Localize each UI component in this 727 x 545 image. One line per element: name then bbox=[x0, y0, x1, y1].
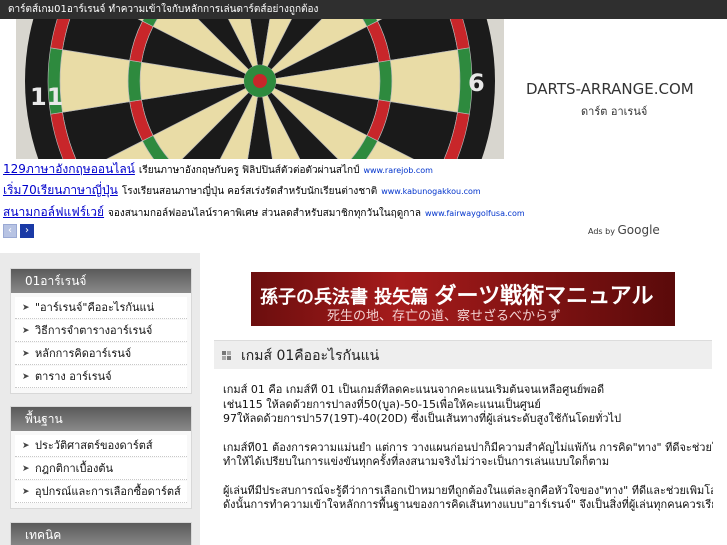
ad-block: 129ภาษาอังกฤษออนไลน์ เรียนภาษาอังกฤษกับคร… bbox=[0, 159, 727, 243]
sidebar-box-title: 01อาร์เรนจ์ bbox=[11, 269, 191, 293]
article-line: เช่น115 ให้ลดด้วยการปาลงที่50(บูล)-50-15… bbox=[223, 397, 541, 411]
article-line: ผู้เล่นที่มีประสบการณ์จะรู้ดีว่าการเลือก… bbox=[223, 483, 713, 497]
banner-tagline: 死生の地、存亡の道、察せざるべからず bbox=[327, 309, 561, 324]
ad-description: โรงเรียนสอนภาษาญี่ปุ่น คอร์สเร่งรัดสำหรั… bbox=[121, 186, 378, 197]
sidebar-item[interactable]: ➤ อุปกรณ์และการเลือกซื้อดาร์ตส์ bbox=[15, 481, 187, 503]
ad-next-arrow-icon[interactable]: › bbox=[20, 224, 34, 238]
heading-squares-icon bbox=[222, 351, 232, 361]
ad-description: จองสนามกอล์ฟออนไลน์ราคาพิเศษ ส่วนลดสำหรั… bbox=[108, 208, 421, 219]
sidebar-item-label: ประวัติศาสตร์ของดาร์ตส์ bbox=[35, 439, 153, 452]
dartboard-image[interactable]: 11 6 bbox=[16, 19, 504, 159]
sidebar-item[interactable]: ➤ วิธีการจำตารางอาร์เรนจ์ bbox=[15, 320, 187, 342]
article-body: เกมส์ 01 คือ เกมส์ที่ 01 เป็นเกมส์ที่ลดค… bbox=[223, 383, 713, 527]
ad-description: เรียนภาษาอังกฤษกับครู ฟิลิปปินส์ตัวต่อตั… bbox=[138, 165, 360, 176]
sidebar-item-label: หลักการคิดอาร์เรนจ์ bbox=[35, 347, 132, 360]
ad-item[interactable]: เริ่ม70เรียนภาษาญี่ปุ่น โรงเรียนสอนภาษาญี… bbox=[3, 180, 481, 200]
sidebar-box-arrange: 01อาร์เรนจ์ ➤ "อาร์เรนจ์"คืออะไรกันแน่ ➤ ว… bbox=[10, 268, 192, 394]
content-heading: เกมส์ 01คืออะไรกันแน่ bbox=[241, 348, 380, 364]
ad-url[interactable]: www.kabunogakkou.com bbox=[381, 187, 481, 196]
sidebar-item[interactable]: ➤ ตาราง อาร์เรนจ์ bbox=[15, 366, 187, 388]
sidebar-item[interactable]: ➤ หลักการคิดอาร์เรนจ์ bbox=[15, 343, 187, 365]
ad-title[interactable]: เริ่ม70เรียนภาษาญี่ปุ่น bbox=[3, 183, 118, 197]
board-number-6: 6 bbox=[468, 69, 485, 97]
ads-by-google[interactable]: Ads by Google bbox=[588, 223, 660, 237]
sidebar-item-label: อุปกรณ์และการเลือกซื้อดาร์ตส์ bbox=[35, 485, 181, 498]
ad-title[interactable]: 129ภาษาอังกฤษออนไลน์ bbox=[3, 162, 135, 176]
sidebar-box-technique: เทคนิค bbox=[10, 522, 192, 545]
article-line: ทำให้ได้เปรียบในการแข่งขันทุกครั้งที่ลงส… bbox=[223, 455, 610, 468]
google-logo: Google bbox=[617, 223, 660, 237]
manual-banner[interactable]: 孫子の兵法書 投矢篇 ダーツ戦術マニュアル 死生の地、存亡の道、察せざるべからず bbox=[251, 272, 675, 326]
ad-item[interactable]: 129ภาษาอังกฤษออนไลน์ เรียนภาษาอังกฤษกับคร… bbox=[3, 159, 433, 179]
arrow-bullet-icon: ➤ bbox=[22, 441, 30, 451]
arrow-bullet-icon: ➤ bbox=[22, 303, 30, 313]
sidebar-item-label: ตาราง อาร์เรนจ์ bbox=[35, 370, 112, 383]
dartboard-graphic: 11 6 bbox=[16, 19, 504, 159]
article-line: เกมส์ 01 คือ เกมส์ที่ 01 เป็นเกมส์ที่ลดค… bbox=[223, 383, 605, 396]
sidebar-item-label: วิธีการจำตารางอาร์เรนจ์ bbox=[35, 324, 153, 337]
sidebar-item[interactable]: ➤ กฎกติกาเบื้องต้น bbox=[15, 458, 187, 480]
article-line: ดังนั้นการทำความเข้าใจหลักการพื้นฐานของก… bbox=[223, 498, 713, 511]
sidebar-item-label: "อาร์เรนจ์"คืออะไรกันแน่ bbox=[35, 301, 155, 314]
article-paragraph: เกมส์ 01 คือ เกมส์ที่ 01 เป็นเกมส์ที่ลดค… bbox=[223, 383, 713, 427]
sidebar-box-title: เทคนิค bbox=[11, 523, 191, 545]
article-paragraph: ผู้เล่นที่มีประสบการณ์จะรู้ดีว่าการเลือก… bbox=[223, 484, 713, 513]
article-line: เกมส์ที่01 ต้องการความแม่นยำ แต่การ วางแ… bbox=[223, 440, 713, 454]
site-subtitle: ดาร์ต อาเรนจ์ bbox=[581, 105, 648, 118]
article-paragraph: เกมส์ที่01 ต้องการความแม่นยำ แต่การ วางแ… bbox=[223, 441, 713, 470]
sidebar-item-label: กฎกติกาเบื้องต้น bbox=[35, 462, 114, 475]
arrow-bullet-icon: ➤ bbox=[22, 372, 30, 382]
sidebar-item[interactable]: ➤ "อาร์เรนจ์"คืออะไรกันแน่ bbox=[15, 297, 187, 319]
sidebar-box-basics: พื้นฐาน ➤ ประวัติศาสตร์ของดาร์ตส์ ➤ กฎกติก… bbox=[10, 406, 192, 509]
ad-item[interactable]: สนามกอล์ฟแฟร์เวย์ จองสนามกอล์ฟออนไลน์ราคา… bbox=[3, 202, 525, 222]
site-name[interactable]: DARTS-ARRANGE.COM bbox=[526, 80, 694, 98]
arrow-bullet-icon: ➤ bbox=[22, 487, 30, 497]
sidebar-box-title: พื้นฐาน bbox=[11, 407, 191, 431]
ad-url[interactable]: www.rarejob.com bbox=[363, 166, 433, 175]
arrow-bullet-icon: ➤ bbox=[22, 464, 30, 474]
ads-by-label: Ads by bbox=[588, 227, 615, 236]
article-line: 97ให้ลดด้วยการปา57(19T)-40(20D) ซึ่งเป็น… bbox=[223, 412, 622, 425]
ad-title[interactable]: สนามกอล์ฟแฟร์เวย์ bbox=[3, 205, 104, 219]
arrow-bullet-icon: ➤ bbox=[22, 349, 30, 359]
top-bar-text: ดาร์ตส์เกม01อาร์เรนจ์ ทำความเข้าใจกับหลั… bbox=[8, 4, 319, 15]
sidebar-item[interactable]: ➤ ประวัติศาสตร์ของดาร์ตส์ bbox=[15, 435, 187, 457]
ad-prev-arrow-icon[interactable]: ‹ bbox=[3, 224, 17, 238]
ad-url[interactable]: www.fairwaygolfusa.com bbox=[425, 209, 525, 218]
arrow-bullet-icon: ➤ bbox=[22, 326, 30, 336]
board-number-11: 11 bbox=[30, 83, 63, 111]
top-bar: ดาร์ตส์เกม01อาร์เรนจ์ ทำความเข้าใจกับหลั… bbox=[0, 0, 727, 19]
content-heading-bar: เกมส์ 01คืออะไรกันแน่ bbox=[214, 340, 712, 369]
site-header: 11 6 DARTS-ARRANGE.COM ดาร์ต อาเรนจ์ bbox=[0, 19, 727, 159]
